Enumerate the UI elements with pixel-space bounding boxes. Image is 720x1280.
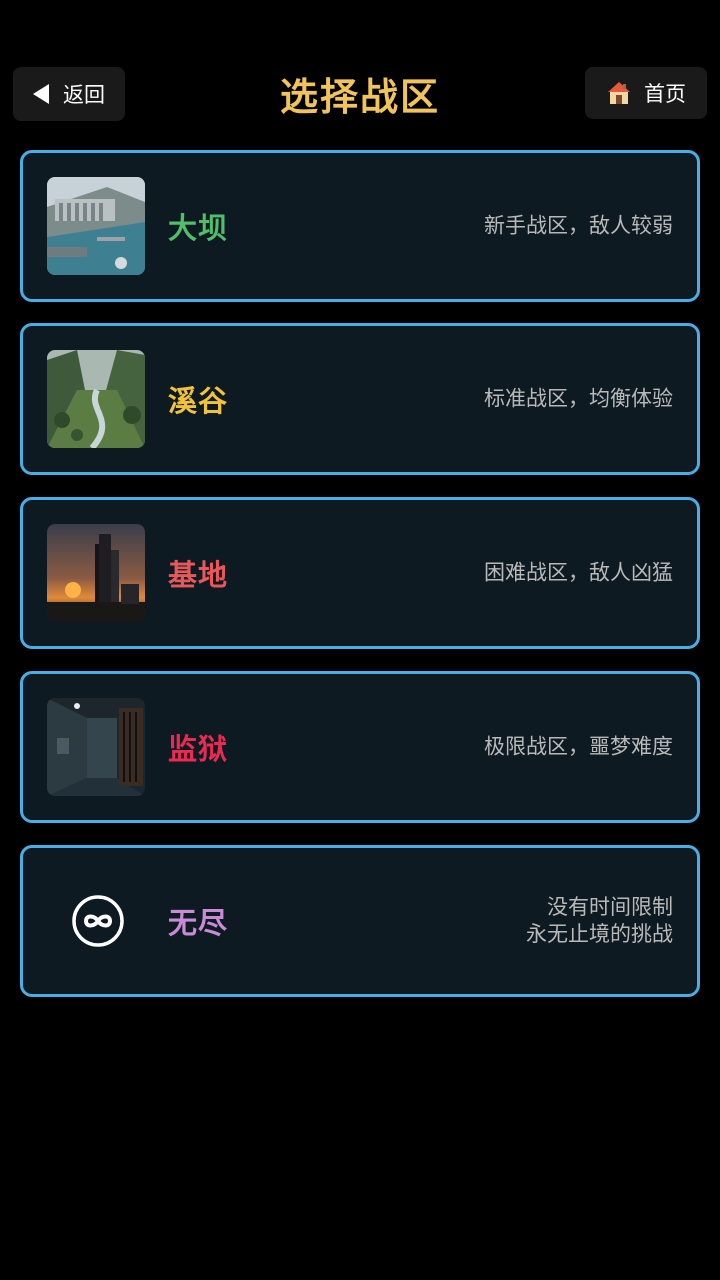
zone-description: 困难战区，敌人凶猛 <box>484 560 673 587</box>
prison-thumbnail <box>47 698 145 796</box>
dam-thumbnail <box>47 177 145 275</box>
zone-description-line: 极限战区，噩梦难度 <box>484 734 673 759</box>
zone-description-line: 永无止境的挑战 <box>526 922 673 946</box>
base-image <box>47 524 145 622</box>
home-icon <box>608 82 630 104</box>
zone-name: 大坝 <box>168 211 229 245</box>
zone-description: 极限战区，噩梦难度 <box>484 734 673 761</box>
zone-card-dam[interactable]: 大坝 新手战区，敌人较弱 <box>20 150 700 302</box>
zone-description: 新手战区，敌人较弱 <box>484 213 673 240</box>
zone-name: 无尽 <box>168 906 229 940</box>
infinity-icon <box>70 893 126 949</box>
dam-image <box>47 177 145 275</box>
zone-description: 没有时间限制 永无止境的挑战 <box>526 894 673 948</box>
valley-image <box>47 350 145 448</box>
zone-description-line: 新手战区，敌人较弱 <box>484 213 673 238</box>
home-label: 首页 <box>644 82 686 106</box>
zone-card-valley[interactable]: 溪谷 标准战区，均衡体验 <box>20 323 700 475</box>
zone-name: 溪谷 <box>168 384 229 418</box>
zone-description-line: 标准战区，均衡体验 <box>484 386 673 411</box>
zone-name: 基地 <box>168 558 229 592</box>
zone-card-endless[interactable]: 无尽 没有时间限制 永无止境的挑战 <box>20 845 700 997</box>
zone-name: 监狱 <box>168 732 229 766</box>
zone-select-screen: 返回 选择战区 首页 大坝 新手战区，敌人较弱 溪谷 标准战区，均衡体验 基地 … <box>0 0 720 1280</box>
valley-thumbnail <box>47 350 145 448</box>
base-thumbnail <box>47 524 145 622</box>
prison-image <box>47 698 145 796</box>
zone-card-base[interactable]: 基地 困难战区，敌人凶猛 <box>20 497 700 649</box>
zone-card-prison[interactable]: 监狱 极限战区，噩梦难度 <box>20 671 700 823</box>
home-button[interactable]: 首页 <box>585 67 707 119</box>
zone-description: 标准战区，均衡体验 <box>484 386 673 413</box>
zone-description-line: 困难战区，敌人凶猛 <box>484 560 673 585</box>
zone-description-line: 没有时间限制 <box>547 895 673 919</box>
